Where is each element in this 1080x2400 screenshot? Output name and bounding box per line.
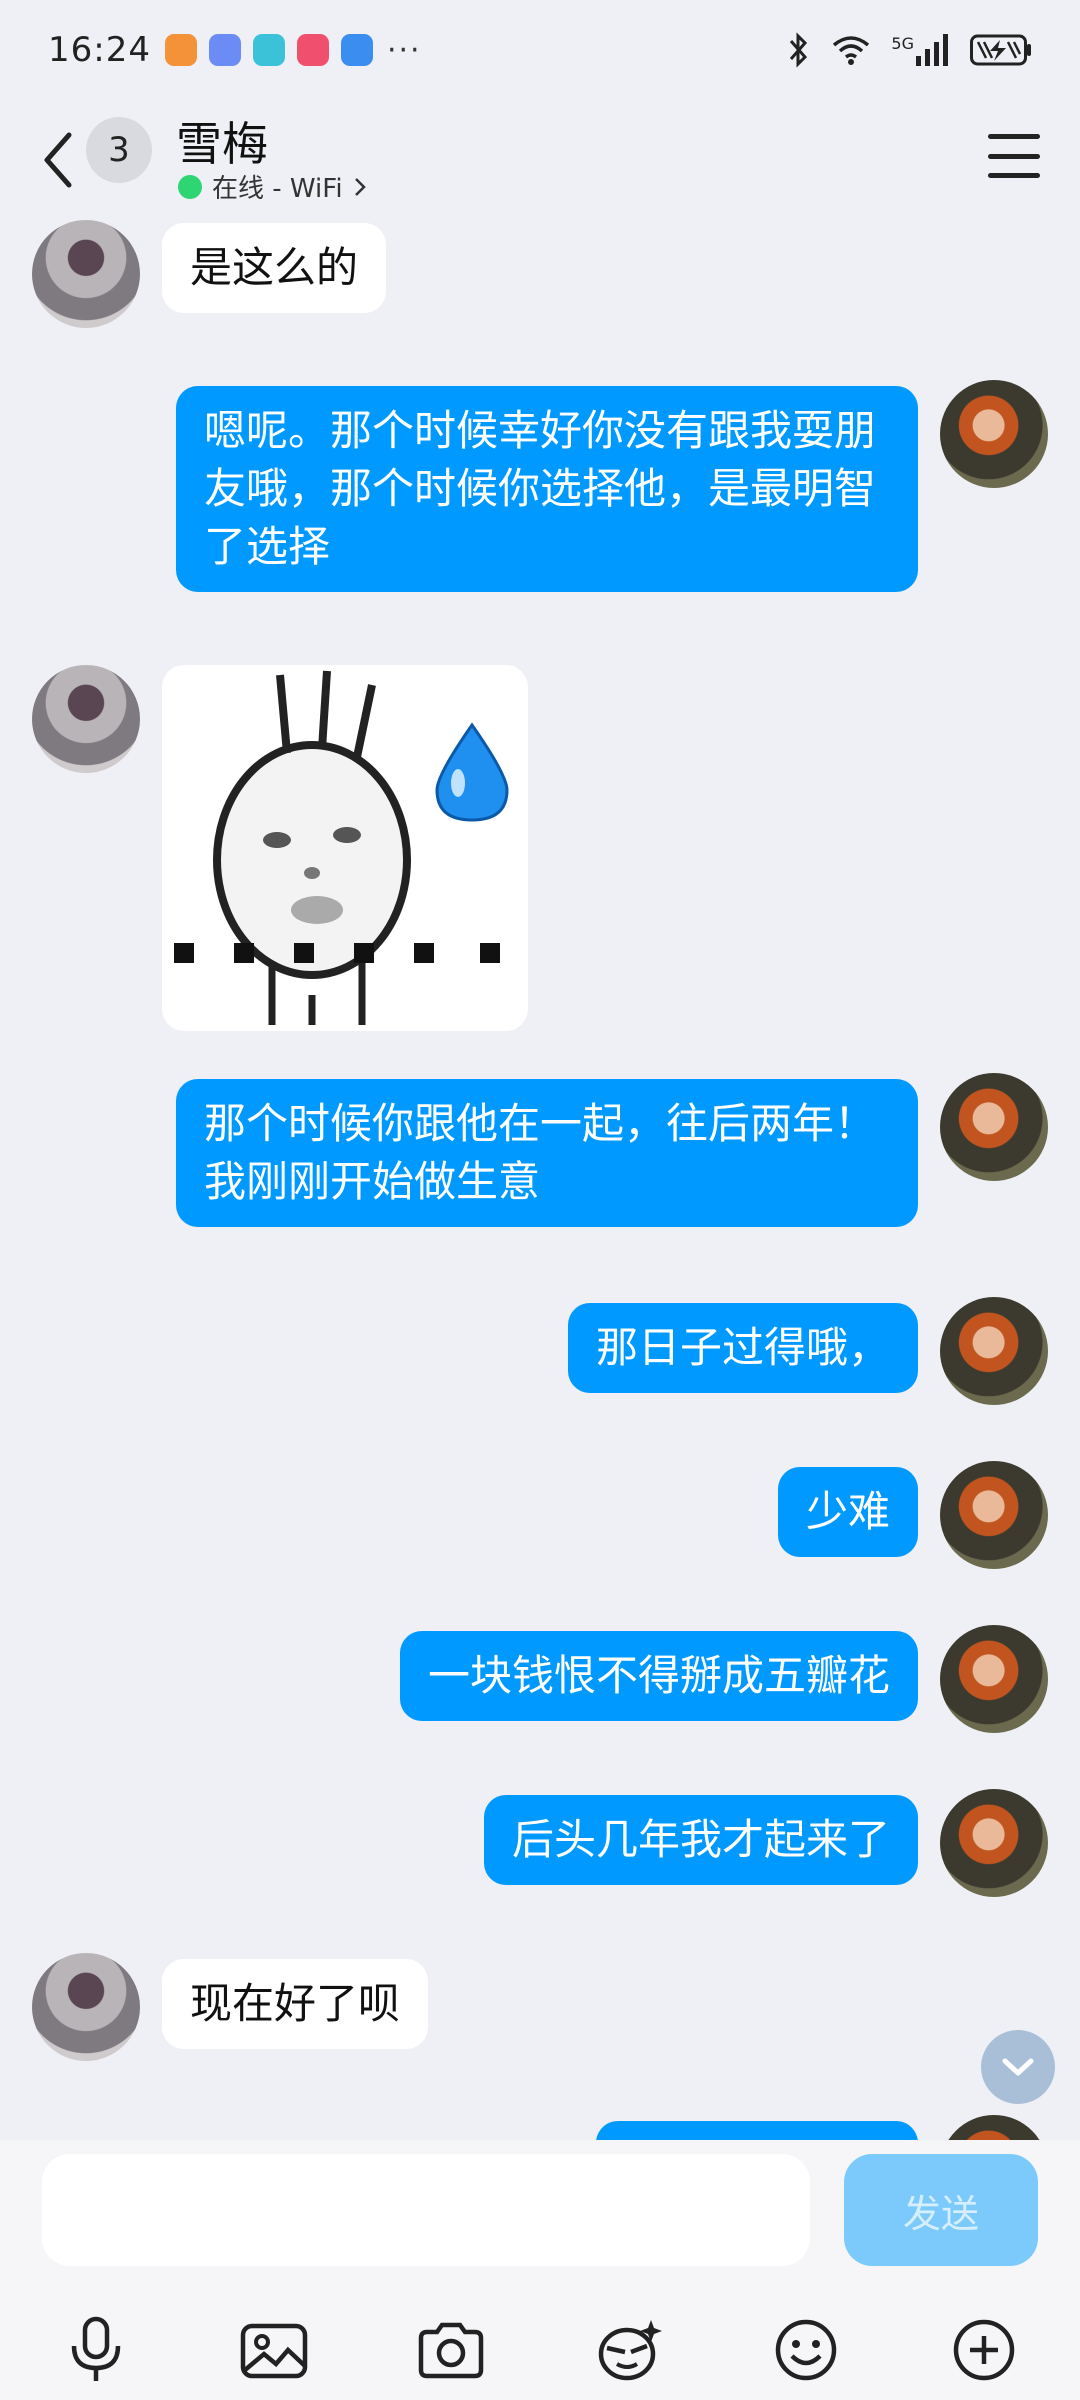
my-avatar[interactable]: [940, 1625, 1048, 1733]
app-notification-icon: [296, 34, 329, 66]
emoji-button[interactable]: [766, 2310, 846, 2390]
my-avatar[interactable]: [940, 380, 1048, 488]
unread-count-badge[interactable]: 3: [86, 117, 152, 183]
chevron-left-icon: [44, 132, 72, 188]
message-row: 那个时候你跟他在一起，往后两年！我刚刚开始做生意: [0, 1073, 1080, 1253]
menu-button[interactable]: [984, 126, 1044, 186]
app-notification-icon: [252, 34, 285, 66]
message-bubble[interactable]: 那日子过得哦，: [567, 1303, 918, 1393]
mic-icon: [71, 2316, 121, 2381]
status-time: 16:24: [48, 30, 151, 70]
message-list[interactable]: 是这么的 嗯呢。那个时候幸好你没有跟我耍朋友哦，那个时候你选择他，是最明智了选择: [0, 220, 1080, 2140]
my-avatar[interactable]: [940, 1789, 1048, 1897]
message-row: [0, 665, 1080, 1045]
message-bubble[interactable]: 现在好了呗: [162, 1959, 429, 2049]
status-more-icon: ···: [386, 32, 422, 68]
wifi-icon: [833, 36, 870, 65]
message-bubble[interactable]: 后头几年我才起来了: [483, 1795, 918, 1885]
sticker-image: [174, 670, 509, 1025]
message-row: 后头几年我才起来了: [0, 1789, 1080, 1909]
my-avatar[interactable]: [940, 1073, 1048, 1181]
magic-face-button[interactable]: [589, 2310, 669, 2390]
image-button[interactable]: [234, 2310, 314, 2390]
menu-line: [988, 173, 1040, 178]
my-avatar[interactable]: [940, 1297, 1048, 1405]
bluetooth-icon: [790, 32, 808, 68]
my-avatar[interactable]: [940, 2115, 1048, 2140]
emoji-icon: [776, 2319, 837, 2381]
contact-online-status[interactable]: 在线 - WiFi: [178, 168, 367, 205]
my-avatar[interactable]: [940, 1461, 1048, 1569]
message-bubble[interactable]: 那个时候你跟他在一起，往后两年！我刚刚开始做生意: [176, 1079, 918, 1227]
scroll-to-bottom-button[interactable]: [981, 2030, 1055, 2104]
contact-avatar[interactable]: [32, 1953, 140, 2061]
more-options-button[interactable]: [944, 2310, 1024, 2390]
message-bubble[interactable]: 少难: [777, 1467, 918, 1557]
chat-header: 3 雪梅 在线 - WiFi: [0, 100, 1080, 220]
message-bubble[interactable]: 是这么的: [162, 223, 387, 313]
battery-icon: [970, 34, 1031, 66]
message-row: [0, 2115, 1080, 2140]
chevron-down-icon: [1002, 2058, 1034, 2076]
message-row: 是这么的: [0, 220, 1080, 340]
magic-face-icon: [598, 2320, 662, 2381]
contact-name[interactable]: 雪梅: [176, 108, 268, 174]
camera-button[interactable]: [411, 2310, 491, 2390]
chevron-right-icon: [354, 177, 366, 196]
image-icon: [240, 2323, 307, 2379]
camera-icon: [418, 2322, 484, 2379]
message-bubble[interactable]: 嗯呢。那个时候幸好你没有跟我耍朋友哦，那个时候你选择他，是最明智了选择: [176, 386, 918, 592]
message-row: 那日子过得哦，: [0, 1297, 1080, 1417]
send-button[interactable]: 发送: [844, 2154, 1038, 2266]
contact-avatar[interactable]: [32, 665, 140, 773]
contact-avatar[interactable]: [32, 220, 140, 328]
online-status-text: 在线 - WiFi: [212, 174, 343, 204]
input-toolbar: [0, 2300, 1080, 2400]
message-bubble-partial[interactable]: [596, 2121, 918, 2140]
plus-icon: [953, 2319, 1015, 2381]
app-notification-icon: [164, 34, 197, 66]
signal-icon: [916, 34, 948, 66]
status-bar: 16:24 ··· 5G: [0, 0, 1080, 100]
message-row: 少难: [0, 1461, 1080, 1581]
menu-line: [988, 134, 1040, 139]
input-area: 发送: [0, 2140, 1080, 2400]
message-row: 嗯呢。那个时候幸好你没有跟我耍朋友哦，那个时候你选择他，是最明智了选择: [0, 380, 1080, 620]
app-notification-icon: [208, 34, 241, 66]
menu-line: [988, 153, 1040, 159]
network-type: 5G: [891, 34, 914, 53]
message-bubble[interactable]: 一块钱恨不得掰成五瓣花: [399, 1631, 918, 1721]
message-row: 现在好了呗: [0, 1953, 1080, 2073]
online-status-dot: [178, 174, 202, 199]
back-button[interactable]: [30, 120, 86, 200]
voice-button[interactable]: [56, 2310, 136, 2390]
message-row: 一块钱恨不得掰成五瓣花: [0, 1625, 1080, 1745]
status-app-icons: [164, 34, 373, 66]
app-notification-icon: [340, 34, 373, 66]
message-input[interactable]: [42, 2154, 810, 2266]
sweat-drop-sticker[interactable]: [162, 665, 528, 1031]
